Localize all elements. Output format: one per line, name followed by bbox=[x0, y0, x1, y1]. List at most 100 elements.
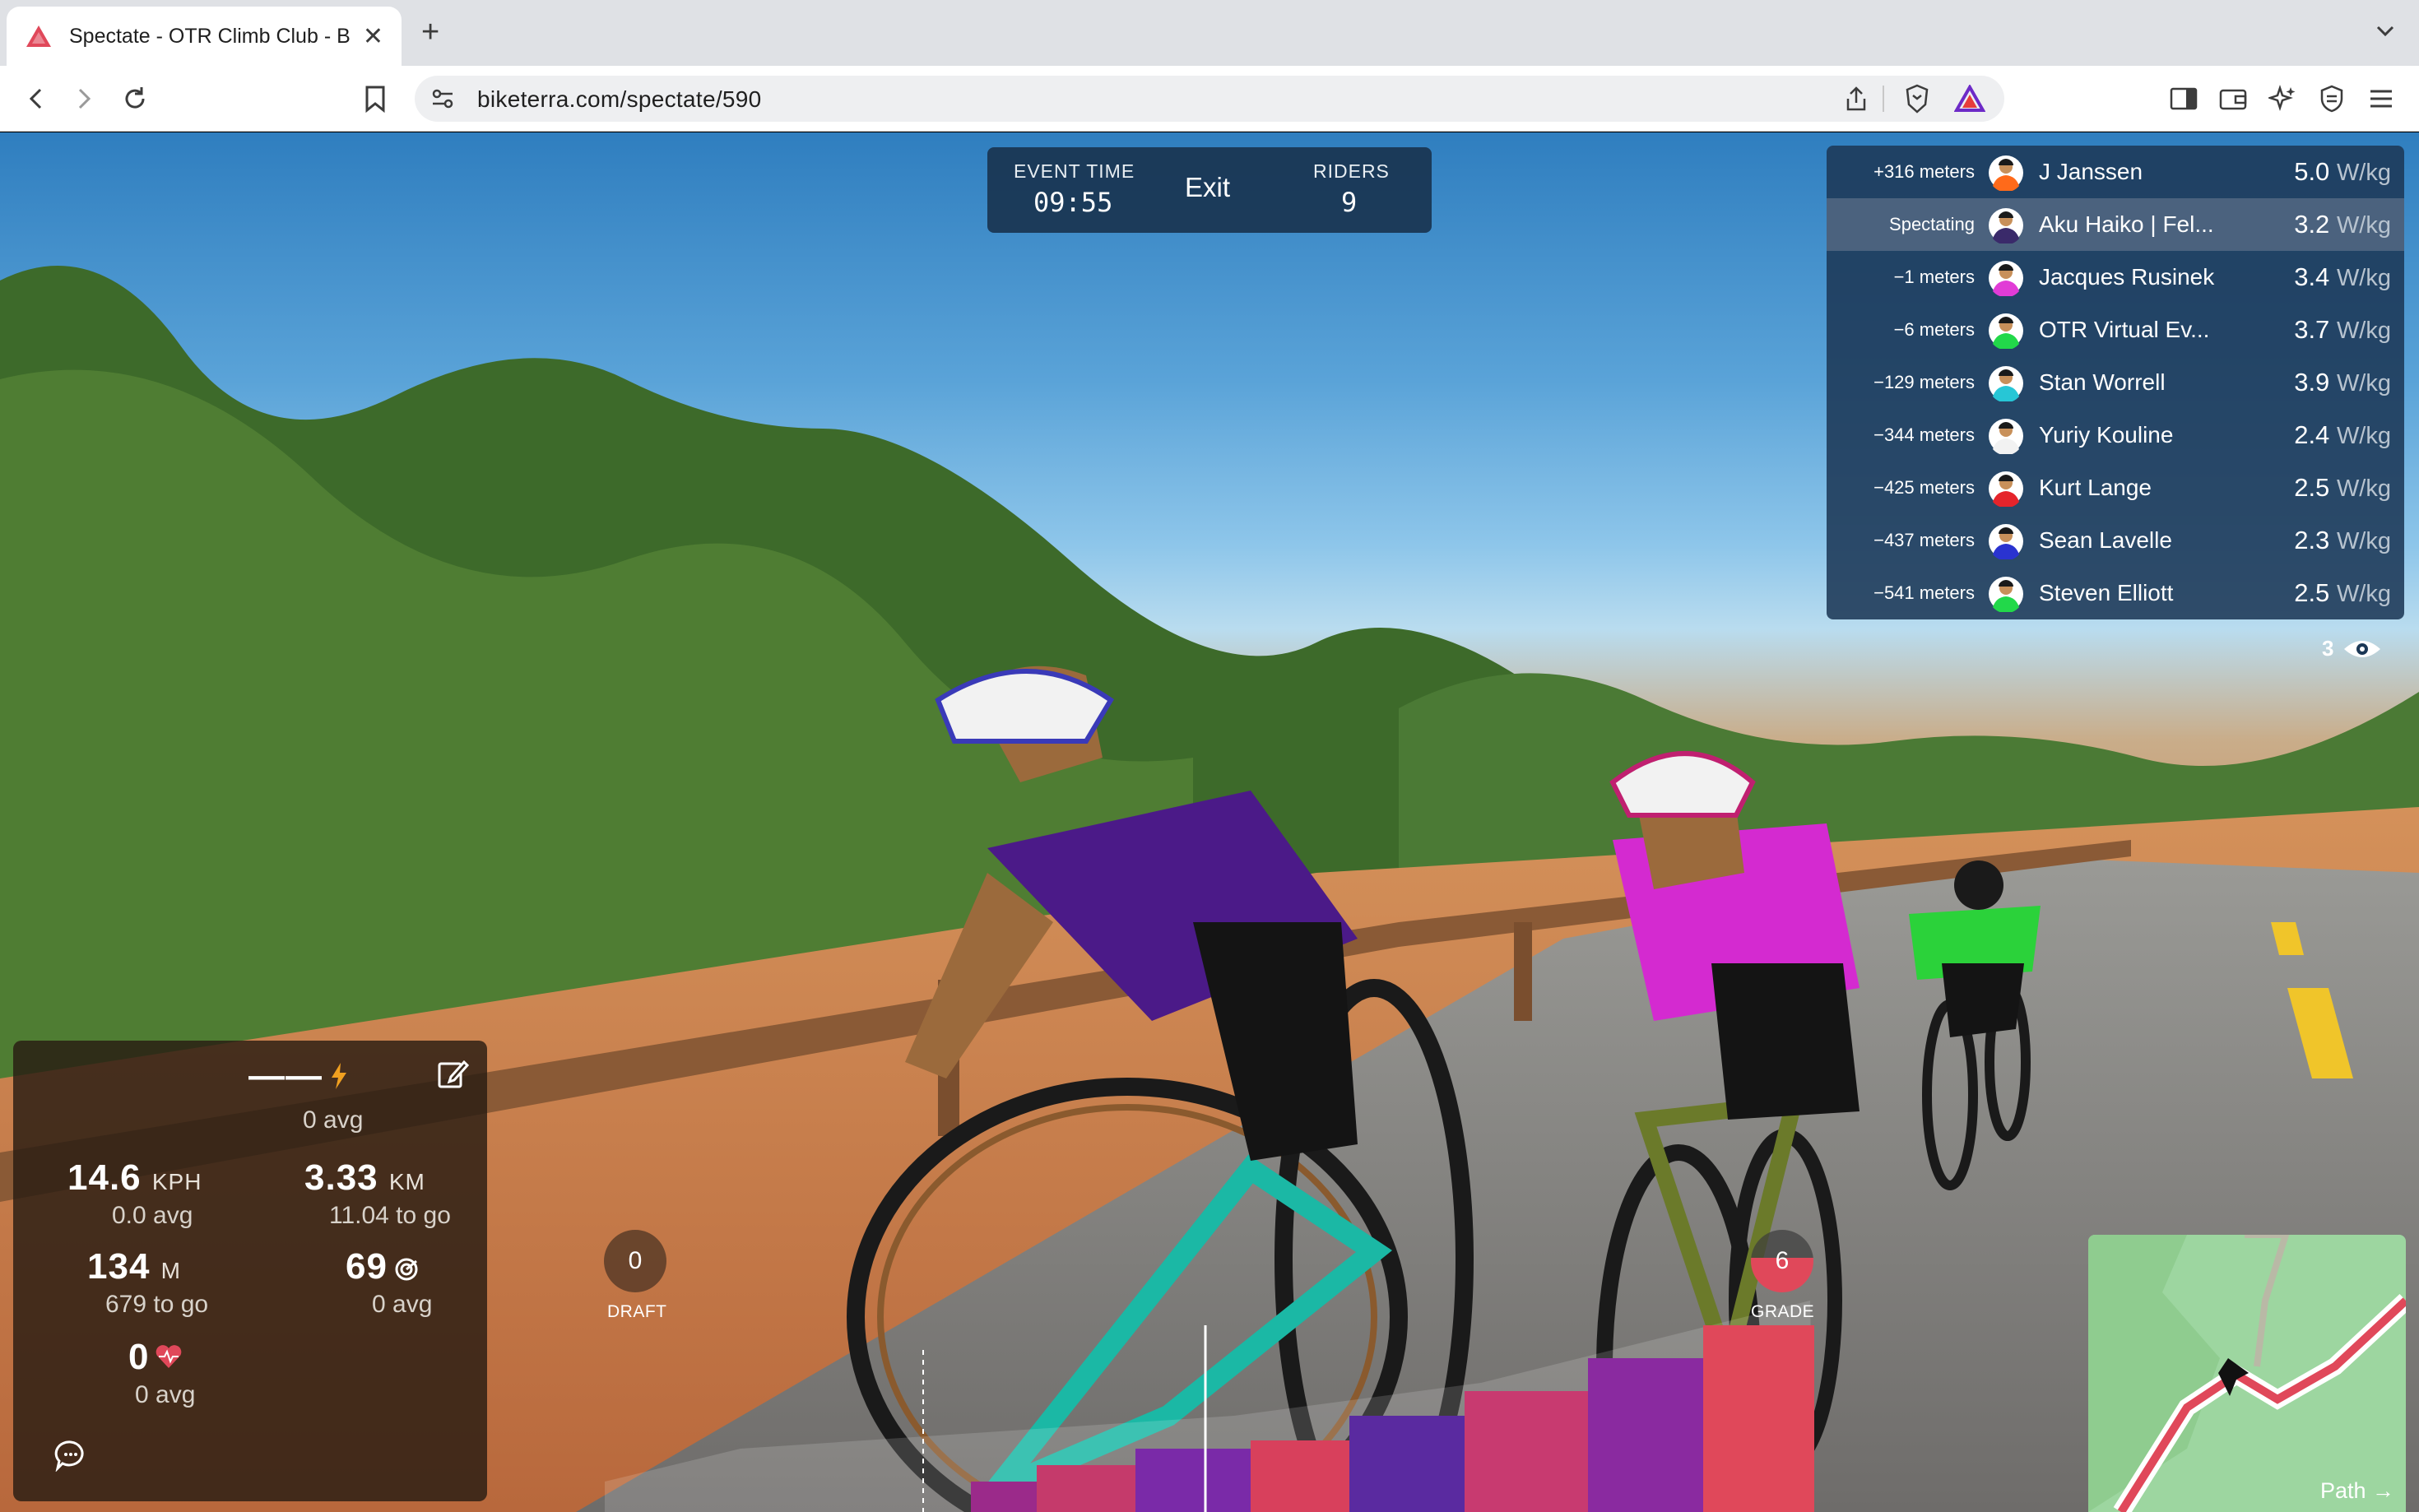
eye-icon bbox=[2344, 640, 2381, 657]
sidebar-button[interactable] bbox=[2166, 81, 2202, 117]
edit-stats-icon[interactable] bbox=[436, 1057, 469, 1090]
rider-gap: −437 meters bbox=[1873, 530, 1975, 550]
leaderboard-row[interactable]: Spectating Aku Haiko | Fel... 3.2 W/kg bbox=[1827, 198, 2404, 251]
minimap-path-button[interactable]: Path → bbox=[2320, 1478, 2394, 1504]
rider-name: Aku Haiko | Fel... bbox=[2039, 211, 2214, 237]
back-button[interactable] bbox=[18, 81, 54, 117]
vpn-button[interactable] bbox=[2314, 81, 2350, 117]
address-bar[interactable]: biketerra.com/spectate/590 bbox=[415, 76, 2004, 122]
leaderboard-row[interactable]: −129 meters Stan Worrell 3.9 W/kg bbox=[1827, 356, 2404, 409]
rider-wkg: 3.7 W/kg bbox=[2294, 315, 2391, 345]
menu-button[interactable] bbox=[2363, 81, 2399, 117]
rider-wkg-unit: W/kg bbox=[2336, 160, 2391, 186]
rider-wkg-value: 5.0 bbox=[2294, 157, 2330, 186]
rider-name: Kurt Lange bbox=[2039, 475, 2152, 500]
rider-avatar-icon bbox=[1989, 208, 2023, 243]
rider-wkg: 2.4 W/kg bbox=[2294, 420, 2391, 450]
wallet-button[interactable] bbox=[2215, 81, 2251, 117]
event-time-label: EVENT TIME bbox=[1014, 160, 1135, 182]
hamburger-menu-icon bbox=[2370, 90, 2392, 108]
bookmark-button[interactable] bbox=[357, 81, 393, 117]
heart-rate-avg: 0 avg bbox=[135, 1381, 196, 1408]
rider-wkg: 5.0 W/kg bbox=[2294, 157, 2391, 187]
event-time-value: 09:55 bbox=[1033, 187, 1113, 218]
leaderboard-row[interactable]: −541 meters Steven Elliott 2.5 W/kg bbox=[1827, 567, 2404, 619]
tab-close-icon[interactable]: ✕ bbox=[363, 22, 383, 51]
leaderboard-row[interactable]: −6 meters OTR Virtual Ev... 3.7 W/kg bbox=[1827, 304, 2404, 356]
rider-wkg-value: 2.4 bbox=[2294, 420, 2330, 449]
rider-wkg: 3.9 W/kg bbox=[2294, 368, 2391, 397]
site-settings-icon[interactable] bbox=[428, 84, 457, 114]
leaderboard-row[interactable]: −425 meters Kurt Lange 2.5 W/kg bbox=[1827, 461, 2404, 514]
rider-wkg-value: 3.2 bbox=[2294, 210, 2330, 239]
cadence-avg: 0 avg bbox=[372, 1291, 433, 1318]
game-viewport[interactable]: EVENT TIME 09:55 Exit RIDERS 9 +316 mete… bbox=[0, 132, 2419, 1512]
share-icon[interactable] bbox=[1840, 82, 1873, 115]
new-tab-button[interactable]: + bbox=[421, 15, 439, 50]
tab-strip: Spectate - OTR Climb Club - B ✕ + bbox=[0, 0, 2419, 66]
tab-list-chevron-icon[interactable] bbox=[2373, 18, 2398, 43]
elevation-readout: 134 M bbox=[87, 1246, 181, 1287]
rider-name: Yuriy Kouline bbox=[2039, 422, 2174, 448]
rider-avatar-icon bbox=[1989, 261, 2023, 296]
back-arrow-icon bbox=[29, 88, 42, 109]
heart-rate-icon bbox=[156, 1345, 182, 1368]
browser-tab-active[interactable]: Spectate - OTR Climb Club - B ✕ bbox=[7, 7, 402, 66]
sidebar-icon bbox=[2170, 87, 2198, 110]
power-avg: 0 avg bbox=[303, 1106, 364, 1134]
event-time-panel: EVENT TIME 09:55 Exit RIDERS 9 bbox=[987, 147, 1432, 233]
rider-avatar-icon bbox=[1989, 366, 2023, 401]
brave-rewards-icon[interactable] bbox=[1953, 82, 1986, 115]
rider-name: J Janssen bbox=[2039, 159, 2143, 184]
rider-name: Sean Lavelle bbox=[2039, 527, 2172, 553]
distance-to-go: 11.04 to go bbox=[329, 1202, 451, 1229]
rider-wkg: 2.5 W/kg bbox=[2294, 473, 2391, 503]
tab-title: Spectate - OTR Climb Club - B bbox=[69, 24, 351, 48]
bookmark-icon bbox=[365, 86, 385, 113]
rider-wkg-unit: W/kg bbox=[2336, 318, 2391, 344]
rider-gap: −129 meters bbox=[1873, 372, 1975, 392]
spectator-count: 3 bbox=[2322, 636, 2383, 661]
rider-wkg: 2.5 W/kg bbox=[2294, 578, 2391, 608]
leaderboard-row[interactable]: −1 meters Jacques Rusinek 3.4 W/kg bbox=[1827, 251, 2404, 304]
leaderboard-row[interactable]: −344 meters Yuriy Kouline 2.4 W/kg bbox=[1827, 409, 2404, 461]
heart-rate-value: 0 bbox=[128, 1337, 150, 1377]
rider-wkg-value: 2.5 bbox=[2294, 473, 2330, 502]
speed-value: 14.6 bbox=[67, 1157, 142, 1198]
distance-value: 3.33 bbox=[304, 1157, 378, 1198]
forward-button[interactable] bbox=[66, 81, 102, 117]
leaderboard-row[interactable]: +316 meters J Janssen 5.0 W/kg bbox=[1827, 146, 2404, 198]
rider-wkg: 3.2 W/kg bbox=[2294, 210, 2391, 239]
reload-icon bbox=[125, 87, 145, 109]
reload-button[interactable] bbox=[117, 81, 153, 117]
browser-toolbar: biketerra.com/spectate/590 bbox=[0, 66, 2419, 132]
rider-gap: −541 meters bbox=[1873, 582, 1975, 603]
rider-avatar-icon bbox=[1989, 577, 2023, 612]
grade-badge: 6 bbox=[1751, 1230, 1813, 1292]
rider-name: Steven Elliott bbox=[2039, 580, 2174, 605]
rider-wkg-value: 3.7 bbox=[2294, 315, 2330, 344]
rider-name: Jacques Rusinek bbox=[2039, 264, 2215, 290]
draft-label: DRAFT bbox=[607, 1302, 667, 1321]
brave-shields-icon[interactable] bbox=[1901, 82, 1934, 115]
url-text: biketerra.com/spectate/590 bbox=[477, 86, 762, 112]
elevation-unit: M bbox=[160, 1258, 181, 1283]
rider-wkg-unit: W/kg bbox=[2336, 581, 2391, 607]
leo-ai-button[interactable] bbox=[2264, 81, 2301, 117]
rider-wkg-value: 2.5 bbox=[2294, 578, 2330, 607]
exit-button[interactable]: Exit bbox=[1185, 172, 1230, 203]
grade-value: 6 bbox=[1775, 1247, 1790, 1274]
leaderboard-row[interactable]: −437 meters Sean Lavelle 2.3 W/kg bbox=[1827, 514, 2404, 567]
rider-gap: −425 meters bbox=[1873, 477, 1975, 498]
chat-icon[interactable] bbox=[54, 1439, 87, 1472]
vpn-shield-icon bbox=[2320, 85, 2343, 113]
distance-unit: KM bbox=[388, 1169, 425, 1194]
biketerra-favicon-icon bbox=[26, 26, 51, 47]
rider-avatar-icon bbox=[1989, 155, 2023, 191]
rider-wkg: 2.3 W/kg bbox=[2294, 526, 2391, 555]
rider-leaderboard: +316 meters J Janssen 5.0 W/kg Spectating Ak… bbox=[1827, 146, 2404, 619]
rider-gap: Spectating bbox=[1889, 214, 1975, 234]
cadence-icon bbox=[395, 1258, 418, 1281]
route-minimap[interactable]: Path → bbox=[2088, 1235, 2406, 1512]
speed-unit: KPH bbox=[151, 1169, 202, 1194]
